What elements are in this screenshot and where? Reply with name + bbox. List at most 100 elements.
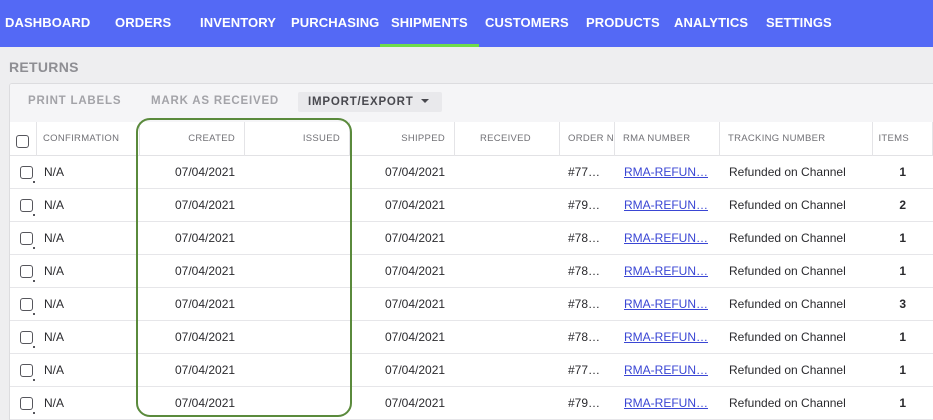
row-checkbox[interactable] (20, 298, 33, 311)
tracking-number-cell: Refunded on Channel (729, 264, 846, 278)
shipped-date-cell: 07/04/2021 (385, 396, 446, 410)
rma-number-link[interactable]: RMA-REFUN… (624, 288, 714, 320)
nav-item-purchasing[interactable]: PURCHASING (291, 0, 379, 47)
order-number-cell[interactable]: #77… (568, 156, 610, 188)
header-shipped[interactable]: SHIPPED (350, 122, 455, 156)
shipped-date-cell: 07/04/2021 (385, 231, 446, 245)
table-row[interactable]: N/A 07/04/2021 07/04/2021 #79… RMA-REFUN… (10, 387, 933, 420)
rma-number-link[interactable]: RMA-REFUN… (624, 321, 714, 353)
rma-number-link[interactable]: RMA-REFUN… (624, 354, 714, 386)
import-export-dropdown[interactable]: IMPORT/EXPORT (298, 92, 442, 112)
table-row[interactable]: N/A 07/04/2021 07/04/2021 #78… RMA-REFUN… (10, 255, 933, 288)
tracking-number-cell: Refunded on Channel (729, 363, 846, 377)
created-date-cell: 07/04/2021 (175, 297, 236, 311)
row-checkbox[interactable] (20, 232, 33, 245)
rma-number-link[interactable]: RMA-REFUN… (624, 189, 714, 221)
table-row[interactable]: N/A 07/04/2021 07/04/2021 #78… RMA-REFUN… (10, 288, 933, 321)
confirmation-cell: N/A (44, 165, 65, 179)
returns-panel: PRINT LABELS MARK AS RECEIVED IMPORT/EXP… (9, 83, 933, 420)
nav-item-shipments[interactable]: SHIPMENTS (380, 0, 479, 47)
header-received[interactable]: RECEIVED (455, 122, 560, 156)
nav-item-dashboard[interactable]: DASHBOARD (5, 0, 90, 47)
items-count-cell: 1 (899, 330, 906, 344)
row-checkbox[interactable] (20, 265, 33, 278)
table-row[interactable]: N/A 07/04/2021 07/04/2021 #78… RMA-REFUN… (10, 222, 933, 255)
rma-number-link[interactable]: RMA-REFUN… (624, 387, 714, 419)
created-date-cell: 07/04/2021 (175, 330, 236, 344)
tracking-number-cell: Refunded on Channel (729, 165, 846, 179)
created-date-cell: 07/04/2021 (175, 264, 236, 278)
table-row[interactable]: N/A 07/04/2021 07/04/2021 #79… RMA-REFUN… (10, 189, 933, 222)
header-confirmation[interactable]: CONFIRMATION (37, 122, 140, 156)
order-number-cell[interactable]: #79… (568, 387, 610, 419)
print-labels-button[interactable]: PRINT LABELS (28, 95, 121, 107)
rma-number-link[interactable]: RMA-REFUN… (624, 222, 714, 254)
items-count-cell: 1 (899, 396, 906, 410)
header-items[interactable]: ITEMS (873, 122, 933, 156)
select-all-checkbox[interactable] (16, 135, 29, 148)
rma-number-link[interactable]: RMA-REFUN… (624, 255, 714, 287)
confirmation-cell: N/A (44, 198, 65, 212)
items-count-cell: 1 (899, 264, 906, 278)
nav-item-inventory[interactable]: INVENTORY (200, 0, 276, 47)
confirmation-cell: N/A (44, 330, 65, 344)
mark-as-received-button[interactable]: MARK AS RECEIVED (151, 95, 279, 107)
row-drag-handle (33, 181, 35, 183)
action-toolbar: PRINT LABELS MARK AS RECEIVED IMPORT/EXP… (10, 84, 933, 122)
shipped-date-cell: 07/04/2021 (385, 297, 446, 311)
order-number-cell[interactable]: #78… (568, 222, 610, 254)
order-number-cell[interactable]: #78… (568, 288, 610, 320)
header-order-number[interactable]: ORDER N (560, 122, 615, 156)
shipped-date-cell: 07/04/2021 (385, 165, 446, 179)
row-checkbox[interactable] (20, 364, 33, 377)
row-drag-handle (33, 280, 35, 282)
shipped-date-cell: 07/04/2021 (385, 330, 446, 344)
created-date-cell: 07/04/2021 (175, 165, 236, 179)
shipped-date-cell: 07/04/2021 (385, 264, 446, 278)
order-number-cell[interactable]: #79… (568, 189, 610, 221)
header-issued[interactable]: ISSUED (245, 122, 350, 156)
nav-item-products[interactable]: PRODUCTS (586, 0, 660, 47)
shipped-date-cell: 07/04/2021 (385, 198, 446, 212)
items-count-cell: 1 (899, 165, 906, 179)
header-created[interactable]: CREATED (140, 122, 245, 156)
created-date-cell: 07/04/2021 (175, 396, 236, 410)
header-rma-number[interactable]: RMA NUMBER (615, 122, 720, 156)
items-count-cell: 1 (899, 363, 906, 377)
tracking-number-cell: Refunded on Channel (729, 330, 846, 344)
nav-item-customers[interactable]: CUSTOMERS (485, 0, 569, 47)
nav-item-settings[interactable]: SETTINGS (766, 0, 832, 47)
created-date-cell: 07/04/2021 (175, 198, 236, 212)
rma-number-link[interactable]: RMA-REFUN… (624, 156, 714, 188)
items-count-cell: 3 (899, 297, 906, 311)
table-header-row: CONFIRMATION CREATED ISSUED SHIPPED RECE… (10, 122, 933, 156)
row-checkbox[interactable] (20, 397, 33, 410)
row-drag-handle (33, 346, 35, 348)
top-navigation-bar: DASHBOARD ORDERS INVENTORY PURCHASING SH… (0, 0, 933, 47)
import-export-label: IMPORT/EXPORT (308, 96, 414, 108)
order-number-cell[interactable]: #77… (568, 354, 610, 386)
page-title: RETURNS (9, 59, 79, 75)
header-tracking-number[interactable]: TRACKING NUMBER (720, 122, 873, 156)
tracking-number-cell: Refunded on Channel (729, 297, 846, 311)
nav-item-orders[interactable]: ORDERS (115, 0, 171, 47)
confirmation-cell: N/A (44, 396, 65, 410)
table-row[interactable]: N/A 07/04/2021 07/04/2021 #78… RMA-REFUN… (10, 321, 933, 354)
confirmation-cell: N/A (44, 363, 65, 377)
row-checkbox[interactable] (20, 331, 33, 344)
confirmation-cell: N/A (44, 231, 65, 245)
row-drag-handle (33, 247, 35, 249)
order-number-cell[interactable]: #78… (568, 321, 610, 353)
row-checkbox[interactable] (20, 199, 33, 212)
row-checkbox[interactable] (20, 166, 33, 179)
confirmation-cell: N/A (44, 264, 65, 278)
order-number-cell[interactable]: #78… (568, 255, 610, 287)
row-drag-handle (33, 214, 35, 216)
shipped-date-cell: 07/04/2021 (385, 363, 446, 377)
items-count-cell: 2 (899, 198, 906, 212)
table-row[interactable]: N/A 07/04/2021 07/04/2021 #77… RMA-REFUN… (10, 354, 933, 387)
confirmation-cell: N/A (44, 297, 65, 311)
table-row[interactable]: N/A 07/04/2021 07/04/2021 #77… RMA-REFUN… (10, 156, 933, 189)
created-date-cell: 07/04/2021 (175, 363, 236, 377)
nav-item-analytics[interactable]: ANALYTICS (674, 0, 748, 47)
